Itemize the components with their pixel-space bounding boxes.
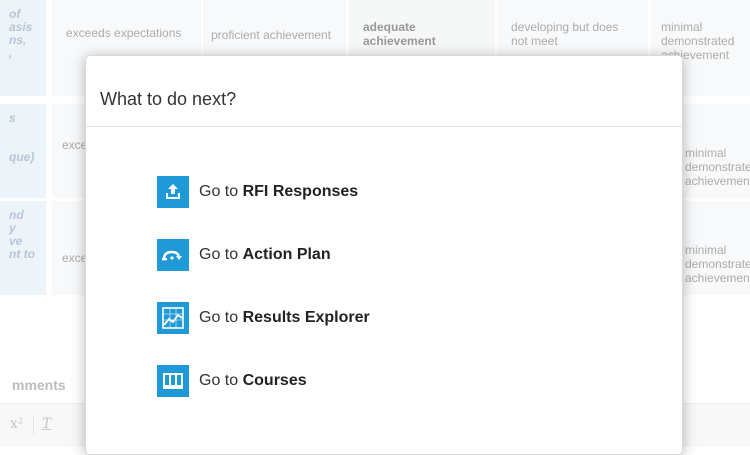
go-to-rfi-responses-link[interactable]: Go to RFI Responses bbox=[157, 176, 358, 208]
chart-icon bbox=[157, 302, 189, 334]
go-to-results-explorer-link[interactable]: Go to Results Explorer bbox=[157, 302, 370, 334]
option-target: RFI Responses bbox=[242, 183, 359, 200]
upload-icon bbox=[157, 176, 189, 208]
option-label: Go to RFI Responses bbox=[199, 183, 358, 201]
option-target: Action Plan bbox=[242, 246, 331, 263]
dialog-title: What to do next? bbox=[100, 89, 237, 109]
option-target: Courses bbox=[242, 372, 307, 389]
option-label: Go to Results Explorer bbox=[199, 309, 370, 327]
go-to-action-plan-link[interactable]: Go to Action Plan bbox=[157, 239, 331, 271]
option-prefix: Go to bbox=[199, 183, 239, 200]
columns-icon bbox=[157, 365, 189, 397]
option-prefix: Go to bbox=[199, 309, 239, 326]
action-plan-arrow-icon bbox=[157, 239, 189, 271]
option-label: Go to Courses bbox=[199, 372, 307, 390]
option-target: Results Explorer bbox=[242, 309, 370, 326]
dialog-header: What to do next? bbox=[86, 56, 682, 127]
go-to-courses-link[interactable]: Go to Courses bbox=[157, 365, 307, 397]
option-label: Go to Action Plan bbox=[199, 246, 331, 264]
option-prefix: Go to bbox=[199, 246, 239, 263]
option-prefix: Go to bbox=[199, 372, 239, 389]
next-steps-dialog: What to do next? Go to RFI Responses Go … bbox=[85, 55, 683, 455]
